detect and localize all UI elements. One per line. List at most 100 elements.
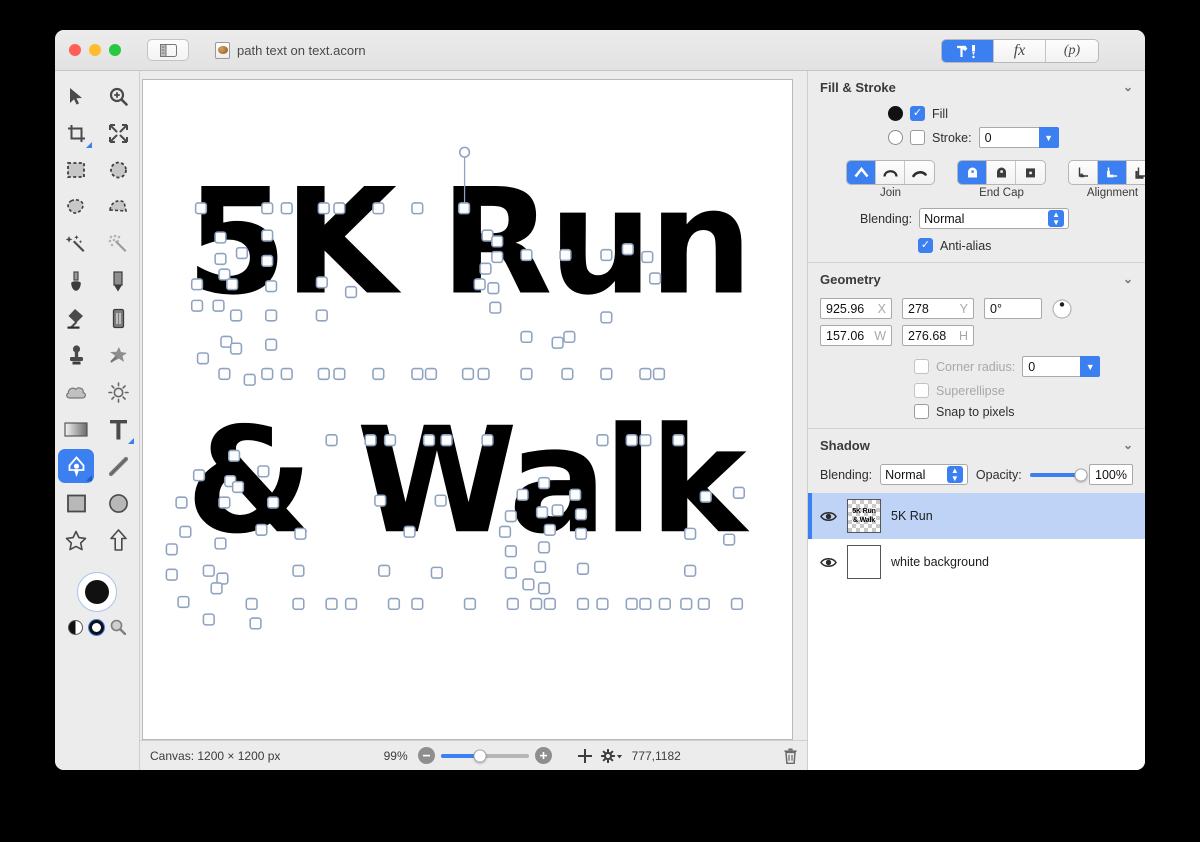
rotation-field[interactable]: 0°	[984, 298, 1042, 319]
zoom-slider[interactable]	[440, 749, 529, 762]
geometry-section-header[interactable]: Geometry ⌄	[808, 263, 1145, 295]
fill-checkbox[interactable]: ✓	[910, 106, 925, 121]
canvas-sheet[interactable]: 5K Run & Walk	[142, 79, 793, 740]
minimize-button[interactable]	[89, 44, 101, 56]
zoom-out-button[interactable]	[417, 747, 435, 764]
smudge-tool[interactable]	[100, 338, 136, 372]
blending-mode-select[interactable]: Normal ▲ ▼	[919, 208, 1070, 229]
rectangle-tool[interactable]	[58, 486, 94, 520]
polygon-lasso-tool[interactable]	[100, 190, 136, 224]
shadow-blending-value: Normal	[885, 467, 926, 482]
height-field[interactable]: 276.68 H	[902, 325, 974, 346]
shadow-blending-select[interactable]: Normal ▲ ▼	[880, 464, 968, 485]
snap-to-pixels-checkbox[interactable]	[914, 404, 929, 419]
corner-radius-value[interactable]: 0	[1022, 356, 1081, 377]
arrow-tool[interactable]	[100, 523, 136, 557]
shadow-opacity-slider[interactable]	[1029, 468, 1088, 481]
color-picker-magnifier-icon[interactable]	[110, 619, 126, 635]
dodge-tool[interactable]	[100, 375, 136, 409]
fill-color-swatch[interactable]	[888, 106, 903, 121]
trash-icon[interactable]	[784, 748, 797, 764]
align-center-button[interactable]	[1098, 161, 1127, 184]
eraser-tool[interactable]	[100, 301, 136, 335]
fill-stroke-section-header[interactable]: Fill & Stroke ⌄	[808, 71, 1145, 103]
superellipse-checkbox[interactable]	[914, 383, 929, 398]
miter-join-icon	[853, 167, 869, 178]
align-inside-button[interactable]	[1069, 161, 1098, 184]
pencil-tool[interactable]	[100, 264, 136, 298]
line-tool[interactable]	[100, 449, 136, 483]
gradient-tool[interactable]	[58, 412, 94, 446]
sidebar-toggle-button[interactable]	[147, 39, 189, 61]
zoom-button[interactable]	[109, 44, 121, 56]
tab-filters-inspector[interactable]: fx	[994, 40, 1046, 62]
rotation-value: 0°	[990, 301, 1002, 316]
reset-colors-icon[interactable]	[89, 619, 104, 635]
canvas-vertical-scrollbar[interactable]	[797, 79, 805, 740]
zoom-tool[interactable]	[100, 79, 136, 113]
stroke-width-value[interactable]: 0	[978, 127, 1039, 148]
eyedropper-icon	[71, 270, 81, 291]
shadow-opacity-thumb[interactable]	[1074, 468, 1088, 481]
corner-radius-stepper[interactable]: 0 ▼	[1022, 356, 1101, 377]
text-tool[interactable]	[100, 412, 136, 446]
lasso-tool[interactable]	[58, 190, 94, 224]
rotation-knob-icon[interactable]	[1052, 298, 1072, 319]
zoom-slider-thumb[interactable]	[473, 749, 487, 762]
endcap-square-button[interactable]	[1016, 161, 1045, 184]
blur-tool[interactable]	[58, 375, 94, 409]
ellipse-tool[interactable]	[100, 486, 136, 520]
stroke-width-dropdown-arrow[interactable]: ▼	[1038, 127, 1059, 148]
eye-icon[interactable]	[820, 556, 837, 569]
chevron-down-icon[interactable]: ⌄	[1123, 80, 1133, 94]
chevron-down-icon[interactable]: ⌄	[1123, 272, 1133, 286]
eyedropper-tool[interactable]	[58, 264, 94, 298]
invert-colors-icon[interactable]	[68, 619, 83, 635]
crop-tool[interactable]	[58, 116, 94, 150]
shadow-opacity-field[interactable]: 100%	[1089, 464, 1133, 485]
stroke-checkbox[interactable]	[910, 130, 925, 145]
join-bevel-button[interactable]	[905, 161, 934, 184]
join-miter-button[interactable]	[847, 161, 876, 184]
hammer-pen-icon	[956, 44, 975, 58]
corner-radius-checkbox[interactable]	[914, 359, 929, 374]
endcap-round-button[interactable]	[987, 161, 1016, 184]
chevron-down-icon[interactable]: ⌄	[1123, 438, 1133, 452]
tab-palette-inspector[interactable]: (p)	[1046, 40, 1098, 62]
layer-thumbnail[interactable]: 5K Run & Walk	[847, 499, 881, 533]
foreground-color-well[interactable]	[77, 572, 117, 612]
join-round-button[interactable]	[876, 161, 905, 184]
shadow-section-header[interactable]: Shadow ⌄	[808, 429, 1145, 461]
move-tool[interactable]	[58, 79, 94, 113]
stroke-width-stepper[interactable]: 0 ▼	[978, 127, 1059, 148]
close-button[interactable]	[69, 44, 81, 56]
star-tool[interactable]	[58, 523, 94, 557]
zoom-in-button[interactable]	[534, 747, 552, 764]
eye-icon[interactable]	[820, 510, 837, 523]
layer-thumbnail[interactable]	[847, 545, 881, 579]
transform-tool[interactable]	[100, 116, 136, 150]
width-value: 157.06	[826, 328, 865, 343]
y-field[interactable]: 278 Y	[902, 298, 974, 319]
magic-wand-tool[interactable]	[58, 227, 94, 261]
pen-tool[interactable]	[58, 449, 94, 483]
antialias-checkbox[interactable]: ✓	[918, 238, 933, 253]
stroke-color-swatch[interactable]	[888, 130, 903, 145]
width-field[interactable]: 157.06 W	[820, 325, 892, 346]
layer-row-white-background[interactable]: white background	[808, 539, 1145, 585]
shadow-blending-label: Blending:	[820, 467, 873, 482]
artboard[interactable]: 5K Run & Walk	[143, 80, 792, 739]
corner-radius-dropdown-arrow[interactable]: ▼	[1080, 356, 1101, 377]
layer-row-5k-run[interactable]: 5K Run & Walk 5K Run	[808, 493, 1145, 539]
paint-bucket-tool[interactable]	[58, 301, 94, 335]
select-similar-tool[interactable]	[100, 227, 136, 261]
x-field[interactable]: 925.96 X	[820, 298, 892, 319]
gear-dropdown-icon[interactable]	[600, 748, 623, 763]
clone-stamp-tool[interactable]	[58, 338, 94, 372]
plus-icon[interactable]	[577, 748, 592, 763]
rect-select-tool[interactable]	[58, 153, 94, 187]
align-outside-button[interactable]	[1127, 161, 1145, 184]
endcap-butt-button[interactable]	[958, 161, 987, 184]
ellipse-select-tool[interactable]	[100, 153, 136, 187]
tab-tools-inspector[interactable]	[942, 40, 994, 62]
